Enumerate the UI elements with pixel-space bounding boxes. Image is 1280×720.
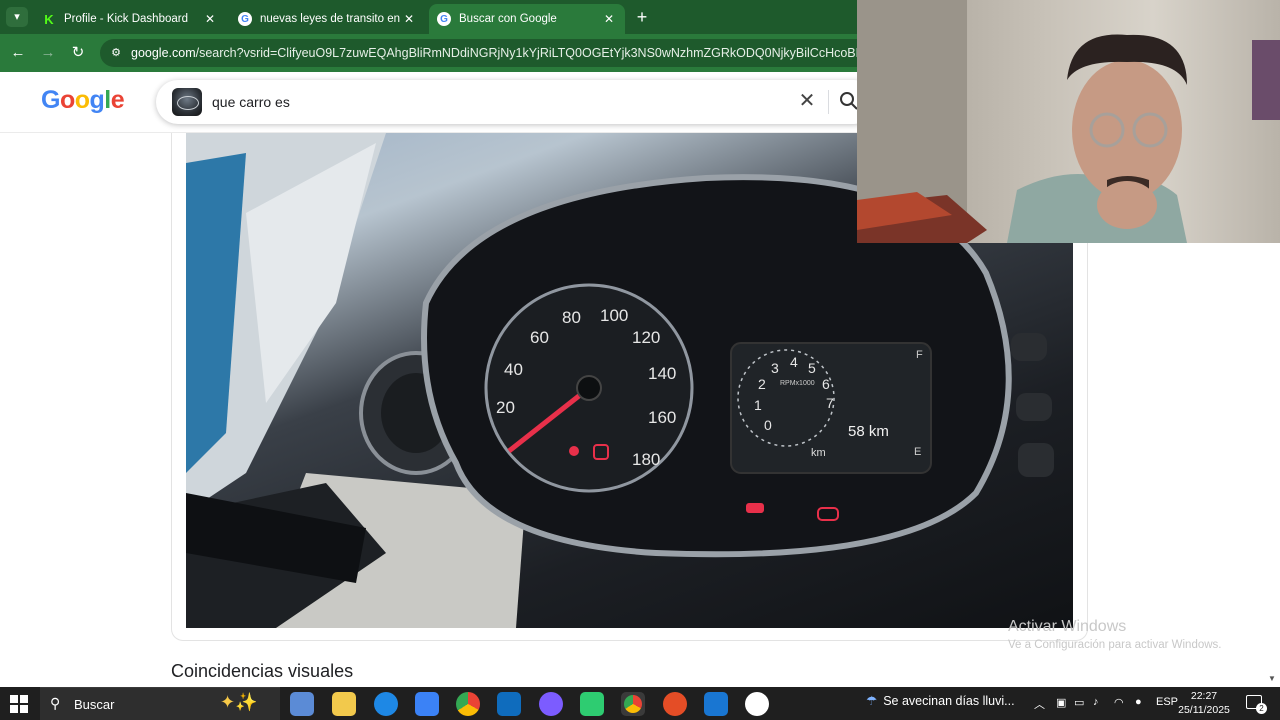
speedo-tick: 60 xyxy=(530,328,549,347)
kick-logo-icon: K xyxy=(44,11,54,27)
speedo-tick: 20 xyxy=(496,398,515,417)
rpm-tick: 1 xyxy=(754,397,762,413)
rpm-tick: 5 xyxy=(808,360,816,376)
clear-search-icon[interactable]: ✕ xyxy=(796,90,818,112)
wifi-icon[interactable]: ◠ xyxy=(1114,696,1124,709)
rpm-tick: 4 xyxy=(790,354,798,370)
close-icon[interactable]: ✕ xyxy=(601,12,617,26)
screen: ▾ K Profile - Kick Dashboard ✕ G nuevas … xyxy=(0,0,1280,720)
fuel-empty-mark: E xyxy=(914,446,921,458)
speedo-tick: 180 xyxy=(632,450,660,469)
speedo-tick: 100 xyxy=(600,306,628,325)
battery-icon[interactable]: ▭ xyxy=(1074,696,1084,709)
app-icon[interactable] xyxy=(580,692,604,716)
google-favicon-icon: G xyxy=(238,12,252,26)
search-box[interactable]: que carro es ✕ xyxy=(156,80,876,124)
site-info-icon[interactable]: ⚙ xyxy=(108,45,124,61)
tab-search-menu-button[interactable]: ▾ xyxy=(6,7,28,27)
image-query-thumbnail[interactable] xyxy=(172,88,202,116)
google-favicon-icon: G xyxy=(437,12,451,26)
close-icon[interactable]: ✕ xyxy=(401,12,417,26)
visual-matches-heading: Coincidencias visuales xyxy=(171,661,354,681)
webcam-overlay xyxy=(857,0,1280,243)
chevron-up-icon[interactable]: ︿ xyxy=(1034,696,1045,712)
tray-app-icon[interactable]: ▣ xyxy=(1056,696,1066,709)
url-text: google.com/search?vsrid=ClifyeuO9L7zuwEQ… xyxy=(131,46,861,60)
language-indicator[interactable]: ESP xyxy=(1156,696,1178,708)
tab-buscar-con-google[interactable]: G Buscar con Google ✕ xyxy=(429,4,625,34)
reload-icon[interactable]: ↻ xyxy=(68,43,88,63)
tab-title: Buscar con Google xyxy=(459,13,557,25)
rpm-label: RPMx1000 xyxy=(780,380,815,387)
search-query-text[interactable]: que carro es xyxy=(212,94,290,110)
speedo-tick: 160 xyxy=(648,408,676,427)
fuel-full-mark: F xyxy=(916,349,923,361)
activate-windows-watermark: Activar Windows Ve a Configuración para … xyxy=(1008,618,1222,651)
rpm-tick: 7 xyxy=(826,395,834,411)
file-explorer-icon[interactable] xyxy=(332,692,356,716)
app-icon[interactable] xyxy=(704,692,728,716)
speedo-tick: 40 xyxy=(504,360,523,379)
notifications-icon[interactable]: 2 xyxy=(1246,695,1267,714)
taskbar-search[interactable]: ⚲ Buscar ✦✨ xyxy=(40,687,280,720)
watermark-subtitle: Ve a Configuración para activar Windows. xyxy=(1008,639,1222,651)
rain-cloud-icon: ☂ xyxy=(866,694,878,708)
chrome-icon[interactable] xyxy=(456,692,480,716)
trip-unit: km xyxy=(811,447,826,459)
forward-arrow-icon[interactable]: → xyxy=(38,43,58,63)
speedo-tick: 80 xyxy=(562,308,581,327)
microphone-icon[interactable]: ● xyxy=(1135,696,1142,708)
scroll-down-arrow-icon[interactable]: ▼ xyxy=(1268,674,1276,683)
windows-taskbar: ⚲ Buscar ✦✨ ☂ Se avecinan días lluvi... ︿… xyxy=(0,687,1280,720)
odometer-readout: 58 km xyxy=(848,423,889,440)
clock[interactable]: 22:27 25/11/2025 xyxy=(1176,689,1232,717)
taskbar-search-label: Buscar xyxy=(74,697,115,712)
clock-time: 22:27 xyxy=(1190,690,1218,702)
tab-title: nuevas leyes de transito en quito xyxy=(260,13,401,25)
tab-kick-dashboard[interactable]: K Profile - Kick Dashboard ✕ xyxy=(34,4,226,34)
google-logo[interactable]: Google xyxy=(41,86,125,115)
watermark-title: Activar Windows xyxy=(1008,618,1127,635)
divider xyxy=(828,90,829,114)
rpm-tick: 3 xyxy=(771,360,779,376)
rpm-tick: 2 xyxy=(758,376,766,392)
outlook-icon[interactable] xyxy=(497,692,521,716)
chrome-profile-icon[interactable] xyxy=(621,692,645,716)
edge-browser-icon[interactable] xyxy=(374,692,398,716)
tab-title: Profile - Kick Dashboard xyxy=(64,13,188,25)
app-icon[interactable] xyxy=(663,692,687,716)
back-arrow-icon[interactable]: ← xyxy=(8,43,28,63)
media-player-icon[interactable] xyxy=(745,692,769,716)
rpm-tick: 0 xyxy=(764,417,772,433)
tab-transit-laws[interactable]: G nuevas leyes de transito en quito ✕ xyxy=(230,4,425,34)
windows-start-icon[interactable] xyxy=(10,695,28,713)
clock-date: 25/11/2025 xyxy=(1178,704,1230,716)
weather-text: Se avecinan días lluvi... xyxy=(883,694,1015,708)
copilot-sparkle-icon: ✦✨ xyxy=(220,692,258,712)
weather-widget[interactable]: ☂ Se avecinan días lluvi... xyxy=(866,693,1015,708)
search-icon: ⚲ xyxy=(50,695,61,711)
copilot-app-icon[interactable] xyxy=(290,692,314,716)
speedo-tick: 120 xyxy=(632,328,660,347)
speaker-icon[interactable]: ♪ xyxy=(1093,696,1099,708)
close-icon[interactable]: ✕ xyxy=(202,12,218,26)
speedo-tick: 140 xyxy=(648,364,676,383)
notification-count: 2 xyxy=(1256,703,1267,714)
app-icon[interactable] xyxy=(539,692,563,716)
new-tab-button[interactable]: + xyxy=(632,7,652,27)
rpm-tick: 6 xyxy=(822,376,830,392)
microsoft-store-icon[interactable] xyxy=(415,692,439,716)
